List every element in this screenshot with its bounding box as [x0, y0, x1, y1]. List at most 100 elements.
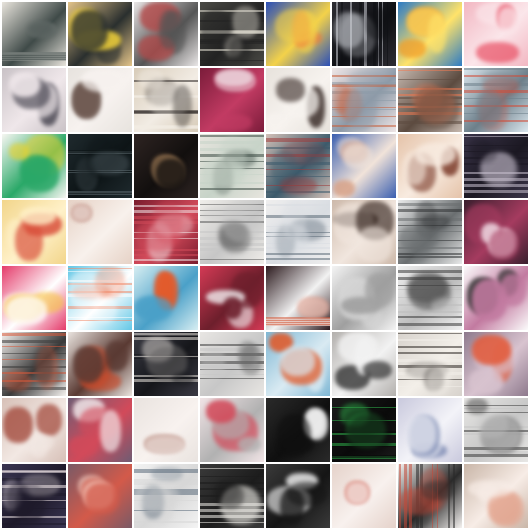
tile-blot: [333, 180, 355, 197]
grid-tile: [68, 464, 132, 528]
grid-tile: [134, 200, 198, 264]
grid-tile: [332, 266, 396, 330]
tile-blot: [356, 227, 392, 263]
tile-blot: [238, 437, 261, 452]
grid-tile: [200, 332, 264, 396]
grid-tile: [464, 2, 528, 66]
tile-blot: [421, 481, 455, 500]
tile-blot: [481, 72, 514, 87]
tile-blot: [95, 266, 125, 298]
tile-stripe: [2, 346, 66, 347]
grid-tile: [68, 68, 132, 132]
tile-blot: [9, 72, 40, 97]
tile-blot: [366, 8, 392, 40]
grid-tile: [266, 134, 330, 198]
tile-blot: [3, 371, 31, 391]
tile-stripe: [464, 68, 528, 70]
grid-tile: [200, 464, 264, 528]
tile-blot: [134, 482, 179, 511]
grid-tile: [134, 398, 198, 462]
tile-blot: [282, 200, 306, 239]
tile-stripe: [200, 476, 264, 477]
tile-blot: [73, 346, 103, 383]
grid-tile: [398, 266, 462, 330]
tile-blot: [9, 143, 29, 160]
grid-tile: [68, 134, 132, 198]
tile-blot: [347, 414, 392, 455]
tile-stripe: [200, 468, 264, 469]
tile-blot: [147, 346, 188, 381]
grid-tile: [2, 266, 66, 330]
tile-blot: [275, 9, 318, 43]
grid-tile: [68, 266, 132, 330]
grid-tile: [266, 200, 330, 264]
tile-stripe: [68, 191, 132, 193]
tile-blot: [266, 114, 286, 129]
grid-tile: [332, 464, 396, 528]
grid-tile: [398, 398, 462, 462]
tile-blot: [489, 229, 519, 260]
tile-blot: [223, 297, 242, 319]
tile-blot: [215, 69, 253, 87]
tile-blot: [7, 482, 30, 516]
tile-stripe: [2, 340, 66, 343]
tile-blot: [138, 69, 164, 89]
tile-stripe: [2, 470, 66, 472]
grid-tile: [464, 464, 528, 528]
grid-tile: [2, 332, 66, 396]
tile-blot: [136, 297, 172, 321]
grid-tile: [200, 200, 264, 264]
tile-stripe: [266, 253, 330, 255]
tile-stripe: [398, 323, 462, 326]
grid-tile: [398, 2, 462, 66]
grid-tile: [398, 134, 462, 198]
tile-stripe: [398, 333, 462, 334]
tile-blot: [215, 114, 252, 131]
tile-stripe: [464, 136, 528, 137]
grid-tile: [398, 464, 462, 528]
tile-blot: [152, 201, 182, 244]
grid-tile: [464, 134, 528, 198]
tile-blot: [341, 297, 382, 314]
tile-stripe: [266, 138, 330, 140]
tile-blot: [145, 436, 185, 454]
tile-blot: [206, 400, 236, 423]
grid-tile: [200, 68, 264, 132]
tile-blot: [346, 482, 369, 504]
tile-blot: [22, 157, 59, 192]
tile-blot: [287, 482, 327, 506]
tile-blot: [411, 228, 430, 262]
tile-blot: [398, 39, 426, 58]
tile-blot: [277, 414, 311, 457]
grid-tile: [2, 464, 66, 528]
tile-blot: [159, 10, 179, 49]
tile-stripe: [266, 258, 330, 260]
tile-blot: [343, 144, 373, 169]
sample-image-grid: [0, 0, 530, 530]
grid-tile: [134, 332, 198, 396]
tile-blot: [280, 177, 317, 194]
tile-stripe: [200, 188, 264, 190]
grid-tile: [464, 332, 528, 396]
tile-blot: [480, 416, 520, 452]
tile-stripe: [464, 454, 528, 457]
tile-stripe: [134, 259, 198, 261]
grid-tile: [398, 332, 462, 396]
grid-tile: [332, 68, 396, 132]
grid-tile: [266, 266, 330, 330]
tile-blot: [82, 70, 125, 92]
tile-blot: [407, 415, 436, 453]
tile-blot: [72, 205, 91, 221]
tile-blot: [202, 159, 244, 187]
grid-tile: [266, 398, 330, 462]
grid-tile: [134, 68, 198, 132]
tile-blot: [476, 42, 519, 63]
grid-tile: [2, 134, 66, 198]
grid-tile: [200, 398, 264, 462]
grid-tile: [332, 134, 396, 198]
tile-blot: [85, 483, 119, 514]
grid-tile: [200, 266, 264, 330]
grid-tile: [68, 332, 132, 396]
tile-blot: [222, 201, 263, 242]
tile-blot: [306, 145, 325, 173]
